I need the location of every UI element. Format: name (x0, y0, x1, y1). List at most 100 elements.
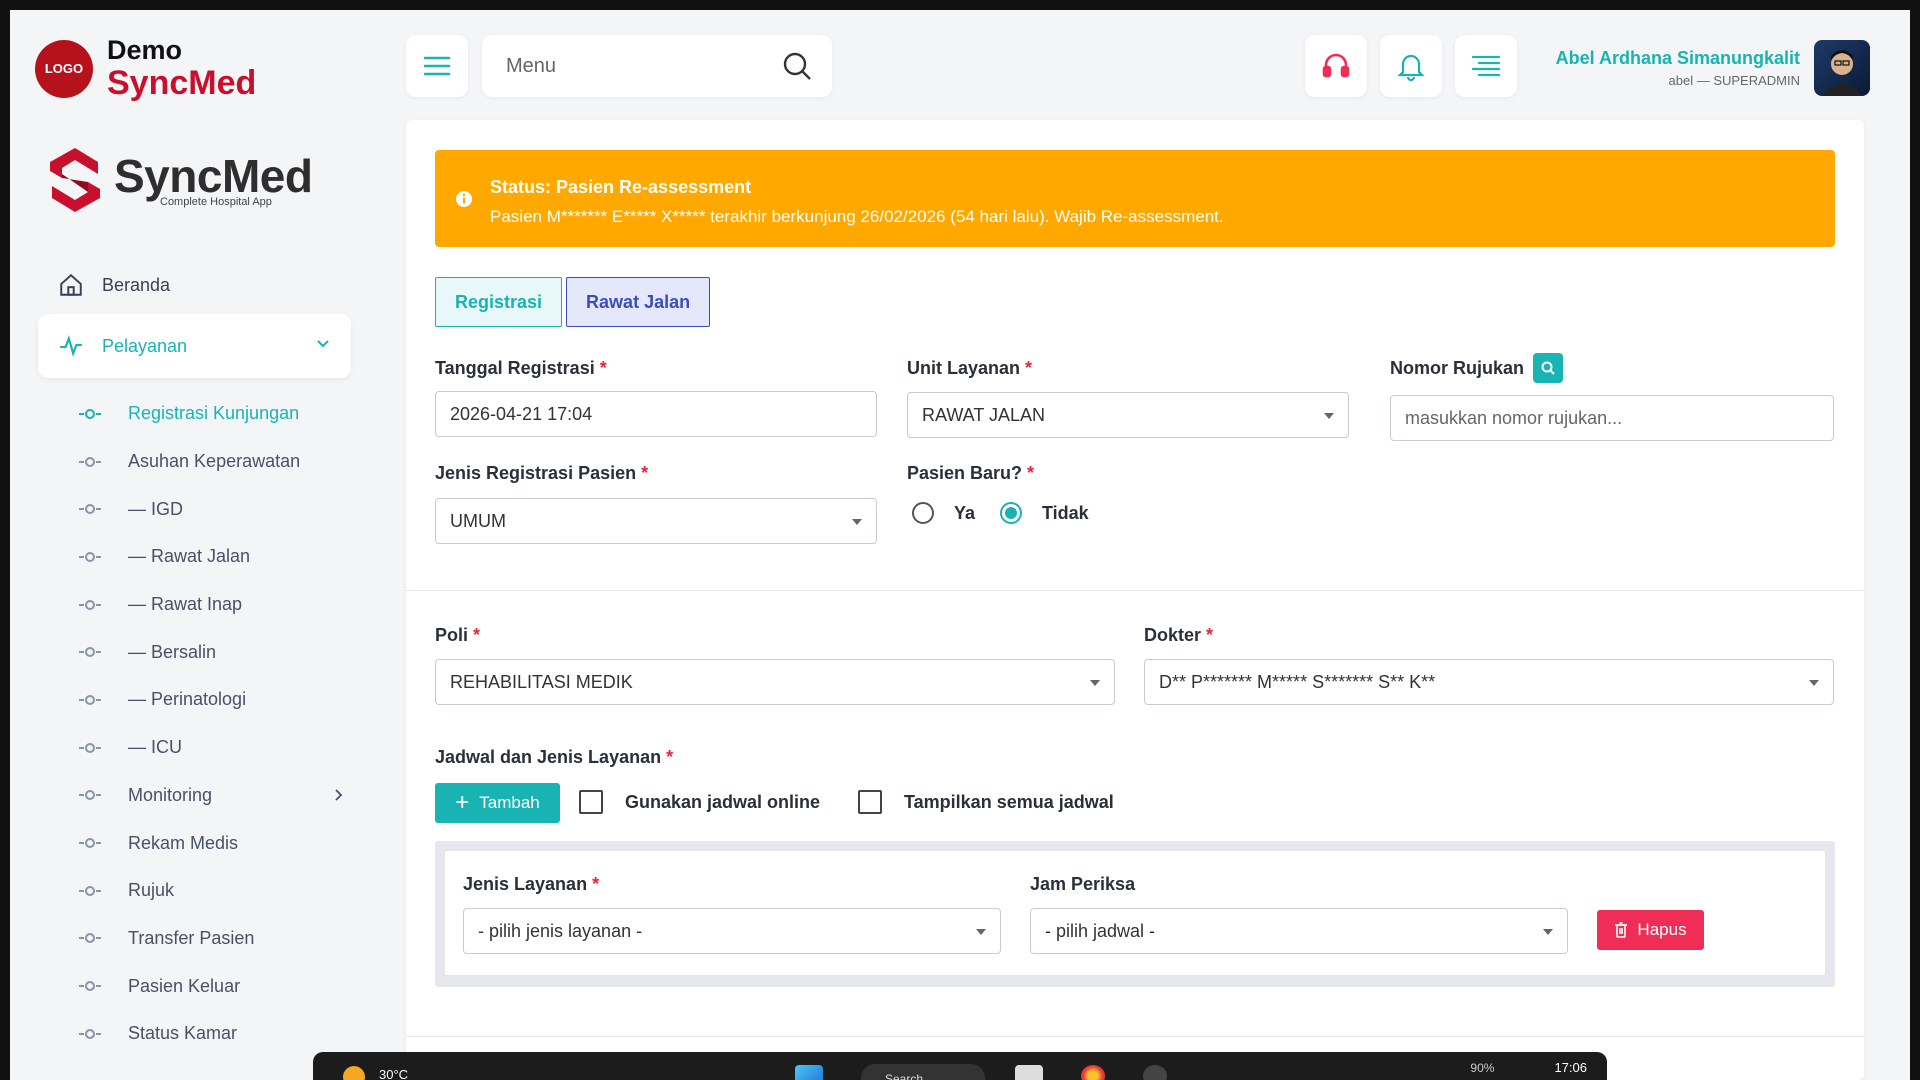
alert-message: Pasien M******* E***** X***** terakhir b… (490, 207, 1224, 226)
radio-circle (1000, 502, 1022, 524)
sidebar-item-rawat-jalan[interactable]: — Rawat Jalan (79, 533, 345, 581)
dokter-label: Dokter * (1144, 625, 1214, 645)
sidebar-item-transfer-pasien[interactable]: Transfer Pasien (79, 915, 345, 963)
avatar[interactable] (1814, 40, 1870, 96)
sidebar-item-label: — ICU (128, 737, 182, 758)
battery-indicator[interactable]: 90% (1470, 1061, 1494, 1075)
logo-name-text: SyncMed (107, 64, 257, 102)
sidebar-item-label: — Rawat Jalan (128, 546, 251, 567)
sidebar-item-icu[interactable]: — ICU (79, 724, 345, 772)
tab-registrasi[interactable]: Registrasi (435, 277, 563, 327)
sidebar-item-asuhan-keperawatan[interactable]: Asuhan Keperawatan (79, 438, 345, 486)
more-menu-button[interactable] (1455, 35, 1517, 97)
rujukan-search-button[interactable] (1533, 353, 1564, 383)
checkbox-semua-jadwal[interactable]: Tampilkan semua jadwal (858, 790, 1114, 814)
jadwal-row: Jenis Layanan * - pilih jenis layanan - J… (445, 851, 1825, 975)
jenis-layanan-label: Jenis Layanan * (463, 874, 600, 894)
sidebar-item-perinatologi[interactable]: — Perinatologi (79, 676, 345, 724)
jenis-registrasi-select[interactable]: UMUM (435, 498, 877, 544)
sidebar-item-rawat-inap[interactable]: — Rawat Inap (79, 581, 345, 629)
taskbar-apps: Search (795, 1058, 1205, 1080)
nomor-rujukan-field (1390, 395, 1834, 441)
nomor-rujukan-label: Nomor Rujukan (1390, 353, 1564, 383)
sidebar: LOGO Demo SyncMed SyncMed Complete Hospi… (10, 10, 380, 1080)
sidebar-item-label: Rekam Medis (128, 832, 239, 853)
sidebar-item-beranda[interactable]: Beranda (58, 272, 170, 298)
demo-logo[interactable]: LOGO Demo SyncMed (35, 37, 256, 100)
sidebar-item-label: Monitoring (128, 784, 213, 805)
sidebar-item-igd[interactable]: — IGD (79, 485, 345, 533)
app-icon[interactable] (1143, 1065, 1167, 1080)
label-text: Poli (435, 625, 469, 645)
jenis-layanan-select[interactable]: - pilih jenis layanan - (463, 908, 1001, 954)
jadwal-container: Jenis Layanan * - pilih jenis layanan - J… (435, 841, 1835, 987)
tanggal-registrasi-field[interactable]: 2026-04-21 17:04 (435, 391, 877, 437)
user-role: abel — SUPERADMIN (1668, 73, 1800, 88)
hapus-jadwal-button[interactable]: Hapus (1597, 910, 1704, 950)
checkbox-jadwal-online[interactable]: Gunakan jadwal online (579, 790, 820, 814)
radio-pasien-baru-ya[interactable]: Ya (912, 502, 975, 524)
label-text: Jenis Registrasi Pasien (435, 463, 637, 483)
label-text: Tanggal Registrasi (435, 358, 595, 378)
taskbar-search[interactable]: Search (861, 1064, 985, 1080)
align-right-icon (1471, 55, 1501, 77)
field-value: 2026-04-21 17:04 (450, 403, 593, 424)
app-window: LOGO Demo SyncMed SyncMed Complete Hospi… (10, 10, 1910, 1080)
section-divider (406, 590, 1864, 591)
sidebar-item-pelayanan[interactable]: Pelayanan (38, 314, 351, 378)
checkbox-label: Gunakan jadwal online (625, 791, 821, 812)
sidebar-item-pasien-keluar[interactable]: Pasien Keluar (79, 962, 345, 1010)
label-text: Dokter (1144, 625, 1202, 645)
sidebar-item-status-kamar[interactable]: Status Kamar (79, 1010, 345, 1058)
menu-search (482, 35, 832, 97)
taskbar-search-label: Search (885, 1072, 924, 1080)
support-button[interactable] (1305, 35, 1367, 97)
radio-pasien-baru-tidak[interactable]: Tidak (1000, 502, 1089, 524)
os-taskbar: 30°C Search 90% 17:06 (313, 1052, 1607, 1080)
brand-name: SyncMed (114, 149, 313, 202)
radio-label: Tidak (1042, 502, 1089, 523)
windows-start-icon[interactable] (795, 1065, 823, 1080)
activity-icon (60, 334, 82, 358)
user-info[interactable]: Abel Ardhana Simanungkalit abel — SUPERA… (1556, 48, 1800, 88)
tab-bar: Registrasi Rawat Jalan (435, 277, 714, 327)
chrome-icon[interactable] (1081, 1065, 1105, 1080)
weather-widget[interactable]: 30°C (343, 1060, 408, 1080)
sidebar-item-rujuk[interactable]: Rujuk (79, 867, 345, 915)
home-icon (60, 273, 82, 296)
brand-logo: SyncMed Complete Hospital App (50, 148, 313, 212)
search-icon[interactable] (782, 51, 812, 81)
menu-toggle-button[interactable] (406, 35, 468, 97)
label-text: Unit Layanan (907, 358, 1021, 378)
unit-layanan-select[interactable]: RAWAT JALAN (907, 392, 1349, 438)
tab-rawat-jalan[interactable]: Rawat Jalan (566, 277, 711, 327)
checkbox-label: Tampilkan semua jadwal (904, 791, 1114, 812)
tambah-jadwal-button[interactable]: + Tambah (435, 783, 560, 823)
nomor-rujukan-input[interactable] (1405, 407, 1812, 429)
file-explorer-icon[interactable] (1015, 1065, 1043, 1080)
sidebar-item-label: — Bersalin (128, 641, 217, 662)
bell-icon (1397, 54, 1425, 81)
sidebar-item-bersalin[interactable]: — Bersalin (79, 628, 345, 676)
label-text: Pasien Baru? (907, 463, 1023, 483)
clock[interactable]: 17:06 (1554, 1060, 1587, 1075)
sidebar-item-label: Asuhan Keperawatan (128, 451, 301, 472)
select-value: D** P******* M***** S******* S** K** (1159, 671, 1436, 692)
sidebar-item-rekam-medis[interactable]: Rekam Medis (79, 819, 345, 867)
temperature: 30°C (379, 1066, 409, 1080)
sidebar-item-label: — Perinatologi (128, 689, 247, 710)
dokter-select[interactable]: D** P******* M***** S******* S** K** (1144, 659, 1834, 705)
select-value: RAWAT JALAN (922, 404, 1046, 425)
poli-select[interactable]: REHABILITASI MEDIK (435, 659, 1115, 705)
sidebar-item-monitoring[interactable]: Monitoring (79, 772, 345, 820)
select-value: - pilih jadwal - (1045, 920, 1156, 941)
notification-button[interactable] (1380, 35, 1442, 97)
registration-card: Status: Pasien Re-assessment Pasien M***… (406, 120, 1864, 1080)
menu-search-input[interactable] (506, 54, 766, 78)
sidebar-item-label: Registrasi Kunjungan (128, 403, 300, 424)
poli-label: Poli * (435, 625, 481, 645)
sidebar-submenu: Registrasi Kunjungan Asuhan Keperawatan … (79, 390, 345, 1058)
sidebar-item-registrasi-kunjungan[interactable]: Registrasi Kunjungan (79, 390, 345, 438)
logo-badge: LOGO (35, 39, 93, 98)
jam-periksa-select[interactable]: - pilih jadwal - (1030, 908, 1568, 954)
